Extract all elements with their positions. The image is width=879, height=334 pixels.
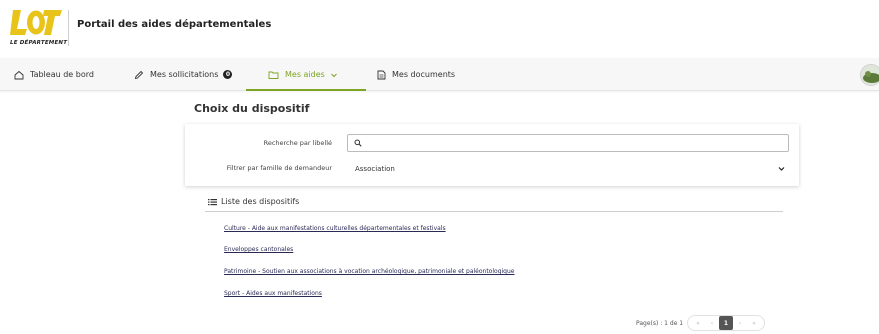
nav-item-label: Mes aides [285, 70, 325, 79]
previous-page-button[interactable]: ‹ [705, 316, 719, 330]
document-icon [377, 70, 386, 79]
pencil-icon [134, 70, 144, 79]
dispositif-link[interactable]: Patrimoine - Soutien aux associations à … [224, 268, 514, 275]
dispositif-link[interactable]: Enveloppes cantonales [224, 246, 293, 253]
home-icon [14, 70, 24, 79]
search-field[interactable] [347, 134, 789, 152]
avatar-image-icon [861, 65, 879, 85]
search-icon [354, 139, 362, 147]
notification-badge: 0 [223, 70, 233, 79]
search-input[interactable] [366, 137, 776, 149]
logo-subtitle: LE DÉPARTEMENT [10, 40, 68, 46]
user-avatar[interactable] [860, 64, 879, 86]
nav-item-label: Tableau de bord [30, 70, 94, 79]
folder-icon [268, 71, 279, 79]
nav-item-tableau-de-bord[interactable]: Tableau de bord [14, 58, 94, 91]
select-value: Association [355, 165, 395, 173]
dispositif-link[interactable]: Sport - Aides aux manifestations [224, 290, 322, 297]
list-icon [208, 199, 217, 206]
list-header: Liste des dispositifs [205, 193, 783, 212]
pagination: « ‹ 1 › » [687, 315, 765, 331]
header: LE DÉPARTEMENT Portail des aides départe… [0, 0, 879, 58]
search-label: Recherche par libellé [263, 139, 332, 147]
nav-item-mes-aides[interactable]: Mes aides [246, 58, 366, 91]
next-page-button[interactable]: › [733, 316, 747, 330]
nav-item-label: Mes documents [392, 70, 456, 79]
current-page-button[interactable]: 1 [719, 316, 733, 330]
nav-item-mes-sollicitations[interactable]: Mes sollicitations 0 [134, 58, 233, 91]
filter-label: Filtrer par famille de demandeur [226, 164, 332, 172]
nav-item-label: Mes sollicitations [150, 70, 219, 79]
first-page-button[interactable]: « [691, 316, 705, 330]
list-title: Liste des dispositifs [221, 197, 300, 206]
nav-item-mes-documents[interactable]: Mes documents [377, 58, 455, 91]
main-nav: Tableau de bord Mes sollicitations 0 Mes… [0, 58, 879, 91]
chevron-down-icon [330, 73, 337, 77]
department-logo[interactable]: LE DÉPARTEMENT [10, 8, 67, 48]
chevron-down-icon [778, 167, 785, 171]
last-page-button[interactable]: » [747, 316, 761, 330]
lot-logo-mark [10, 10, 62, 35]
portal-title: Portail des aides départementales [77, 19, 272, 30]
family-filter-select[interactable]: Association [347, 160, 789, 178]
dispositif-link[interactable]: Culture - Aide aux manifestations cultur… [224, 225, 446, 232]
pagination-info: Page(s) : 1 de 1 [636, 320, 684, 327]
page-title: Choix du dispositif [194, 102, 310, 115]
header-separator [68, 10, 69, 46]
